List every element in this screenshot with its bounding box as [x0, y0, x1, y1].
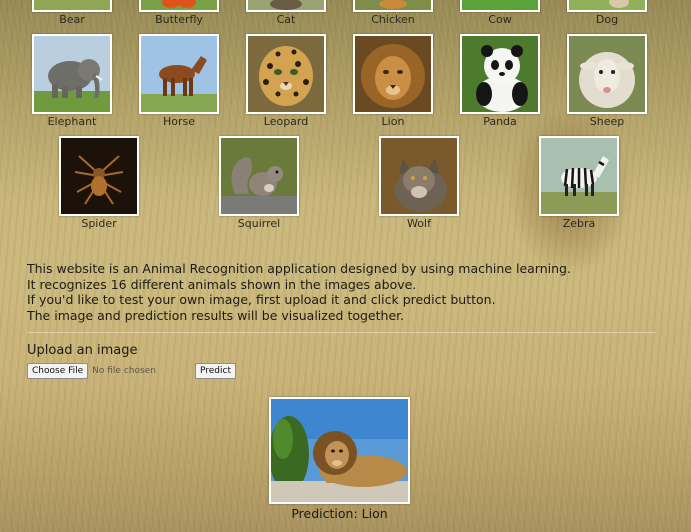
file-status: No file chosen: [92, 366, 156, 376]
gallery-item-horse: Horse: [139, 34, 219, 128]
gallery-item-lion: Lion: [353, 34, 433, 128]
sheep-photo: [567, 34, 647, 114]
description-line: It recognizes 16 different animals shown…: [27, 276, 417, 292]
gallery-label: Elephant: [47, 115, 97, 128]
description-line: The image and prediction results will be…: [27, 307, 405, 323]
description-line: This website is an Animal Recognition ap…: [27, 261, 571, 276]
panda-photo: [460, 34, 540, 114]
gallery-item-bear: Bear: [32, 0, 112, 26]
dog-photo: [567, 0, 647, 12]
elephant-photo: [32, 34, 112, 114]
gallery-item-spider: Spider: [59, 136, 139, 230]
gallery-item-leopard: Leopard: [246, 34, 326, 128]
gallery-label: Bear: [59, 13, 85, 26]
gallery-item-cat: Cat: [246, 0, 326, 26]
choose-file-button[interactable]: Choose File: [27, 363, 89, 379]
gallery-label: Wolf: [407, 217, 431, 230]
lion-photo: [353, 34, 433, 114]
gallery-item-chicken: Chicken: [353, 0, 433, 26]
file-input[interactable]: Choose File No file chosen: [27, 363, 156, 379]
gallery-item-dog: Dog: [567, 0, 647, 26]
bear-photo: [32, 0, 112, 12]
gallery-label: Panda: [483, 115, 517, 128]
gallery-item-cow: Cow: [460, 0, 540, 26]
gallery-label: Lion: [381, 115, 405, 128]
gallery-label: Cow: [488, 13, 512, 26]
upload-heading: Upload an image: [27, 343, 138, 358]
gallery-item-zebra: Zebra: [539, 136, 619, 230]
page-content: Bear Butterfly Cat Chicken Cow Dog Eleph…: [0, 0, 691, 532]
gallery-item-butterfly: Butterfly: [139, 0, 219, 26]
description-line: If you'd like to test your own image, fi…: [27, 292, 496, 307]
wolf-photo: [379, 136, 459, 216]
gallery-item-sheep: Sheep: [567, 34, 647, 128]
gallery-item-wolf: Wolf: [379, 136, 459, 230]
gallery-label: Squirrel: [237, 217, 281, 230]
predict-button[interactable]: Predict: [195, 363, 236, 379]
zebra-photo: [539, 136, 619, 216]
cat-photo: [246, 0, 326, 12]
prediction-text: Prediction: Lion: [291, 506, 388, 521]
leopard-photo: [246, 34, 326, 114]
divider: [27, 332, 655, 333]
gallery-label: Butterfly: [155, 13, 203, 26]
gallery-label: Zebra: [562, 217, 596, 230]
description: This website is an Animal Recognition ap…: [27, 261, 571, 323]
gallery-label: Cat: [276, 13, 296, 26]
gallery-label: Chicken: [371, 13, 415, 26]
chicken-photo: [353, 0, 433, 12]
squirrel-photo: [219, 136, 299, 216]
gallery-item-elephant: Elephant: [32, 34, 112, 128]
gallery-item-squirrel: Squirrel: [219, 136, 299, 230]
lion-photo: [269, 397, 410, 504]
cow-photo: [460, 0, 540, 12]
gallery-label: Leopard: [263, 115, 309, 128]
gallery-label: Dog: [595, 13, 619, 26]
spider-photo: [59, 136, 139, 216]
gallery-label: Spider: [81, 217, 117, 230]
horse-photo: [139, 34, 219, 114]
gallery-label: Sheep: [589, 115, 625, 128]
prediction-result: Prediction: Lion: [269, 397, 410, 521]
gallery-label: Horse: [162, 115, 196, 128]
butterfly-photo: [139, 0, 219, 12]
gallery-item-panda: Panda: [460, 34, 540, 128]
